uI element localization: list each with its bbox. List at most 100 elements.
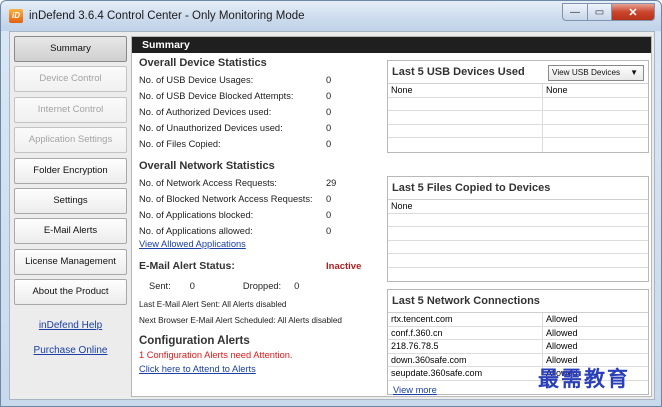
table-row: conf.f.360.cn Allowed	[388, 326, 648, 340]
sent-value: 0	[189, 281, 195, 291]
stat-row: No. of USB Device Blocked Attempts: 0	[139, 88, 379, 104]
table-row	[388, 227, 648, 241]
dropped-label: Dropped:	[242, 281, 282, 291]
stat-label: No. of USB Device Usages:	[139, 75, 254, 85]
stat-value: 0	[326, 123, 332, 133]
stat-value: 29	[326, 178, 337, 188]
email-alert-status-badge: Inactive	[326, 261, 362, 272]
dropdown-selected-value: View USB Devices	[552, 68, 621, 77]
nav-email-alerts-button[interactable]: E-Mail Alerts	[14, 218, 127, 245]
dropped-value: 0	[294, 281, 300, 291]
maximize-button[interactable]: ▭	[588, 3, 612, 21]
table-cell: 218.76.78.5	[388, 340, 543, 353]
summary-left-column: Overall Device Statistics No. of USB Dev…	[139, 57, 379, 374]
table-row	[388, 97, 648, 111]
sidebar: Summary Device Control Internet Control …	[14, 36, 127, 356]
usb-devices-title-text: Last 5 USB Devices Used	[392, 66, 525, 78]
stat-label: No. of Applications allowed:	[139, 226, 253, 236]
stat-row: No. of Applications allowed: 0	[139, 223, 379, 239]
close-button[interactable]: ✕	[612, 3, 655, 21]
stat-label: No. of Applications blocked:	[139, 210, 254, 220]
table-row	[388, 124, 648, 138]
table-cell	[543, 138, 648, 152]
stat-row: No. of Files Copied: 0	[139, 136, 379, 152]
minimize-button[interactable]: —	[562, 3, 588, 21]
stat-label: No. of Network Access Requests:	[139, 178, 277, 188]
stat-value: 0	[326, 226, 332, 236]
watermark-text: 最需教育	[538, 366, 630, 391]
window-controls: — ▭ ✕	[562, 3, 655, 21]
email-alert-status-title: E-Mail Alert Status:	[139, 260, 235, 272]
window-title: inDefend 3.6.4 Control Center - Only Mon…	[29, 10, 305, 22]
table-cell: down.360safe.com	[388, 353, 543, 366]
nav-about-product-button[interactable]: About the Product	[14, 279, 127, 306]
nav-folder-encryption-button[interactable]: Folder Encryption	[14, 157, 127, 184]
stat-label: No. of Unauthorized Devices used:	[139, 123, 283, 133]
table-row: 218.76.78.5 Allowed	[388, 340, 648, 354]
network-connections-title: Last 5 Network Connections	[392, 295, 540, 307]
table-cell: seupdate.360safe.com	[388, 367, 543, 380]
table-row: rtx.tencent.com Allowed	[388, 313, 648, 327]
stat-value: 0	[326, 194, 332, 204]
stat-label: No. of Authorized Devices used:	[139, 107, 272, 117]
app-logo-icon: iD	[9, 9, 23, 23]
last-files-copied-box: Last 5 Files Copied to Devices None	[387, 176, 649, 282]
panel-header: Summary	[132, 37, 651, 53]
table-cell	[388, 241, 648, 254]
table-cell	[388, 138, 543, 152]
nav-license-management-button[interactable]: License Management	[14, 248, 127, 275]
table-row	[388, 138, 648, 152]
table-cell	[388, 254, 648, 267]
stat-row: No. of USB Device Usages: 0	[139, 72, 379, 88]
summary-panel: Summary Overall Device Statistics No. of…	[131, 36, 652, 397]
email-sent-dropped-row: Sent: 0 Dropped: 0	[139, 281, 379, 291]
stat-row: No. of Applications blocked: 0	[139, 207, 379, 223]
table-row	[388, 241, 648, 254]
nav-internet-control-button: Internet Control	[14, 96, 127, 123]
last-usb-devices-box: Last 5 USB Devices Used View USB Devices…	[387, 60, 649, 153]
dropdown-arrow-icon: ▼	[630, 68, 638, 77]
next-email-alert-scheduled: Next Browser E-Mail Alert Scheduled: All…	[139, 316, 342, 325]
table-cell: Allowed	[546, 327, 578, 338]
table-cell	[543, 111, 648, 124]
files-copied-title: Last 5 Files Copied to Devices	[392, 182, 551, 194]
stat-label: No. of USB Device Blocked Attempts:	[139, 91, 294, 101]
stat-label: No. of Files Copied:	[139, 139, 221, 149]
network-stats-title: Overall Network Statistics	[139, 160, 275, 172]
table-cell: conf.f.360.cn	[388, 326, 543, 339]
stat-row: No. of Blocked Network Access Requests: 0	[139, 191, 379, 207]
stat-value: 0	[326, 139, 332, 149]
last-email-alert-sent: Last E-Mail Alert Sent: All Alerts disab…	[139, 300, 287, 309]
view-allowed-applications-link[interactable]: View Allowed Applications	[139, 239, 246, 249]
indefend-help-link[interactable]: inDefend Help	[14, 320, 127, 331]
table-cell	[388, 227, 648, 240]
sent-label: Sent:	[149, 281, 171, 291]
table-cell	[388, 268, 648, 282]
nav-application-settings-button: Application Settings	[14, 127, 127, 154]
view-usb-devices-dropdown[interactable]: View USB Devices ▼	[548, 65, 644, 81]
table-cell	[388, 214, 648, 227]
client-area: Summary Device Control Internet Control …	[9, 31, 655, 400]
app-window: iD inDefend 3.6.4 Control Center - Only …	[0, 0, 662, 407]
usb-devices-grid: None None	[388, 83, 648, 152]
title-bar[interactable]: iD inDefend 3.6.4 Control Center - Only …	[1, 1, 661, 31]
stat-row: No. of Unauthorized Devices used: 0	[139, 120, 379, 136]
stat-value: 0	[326, 75, 332, 85]
table-row: None	[388, 200, 648, 214]
stat-value: 0	[326, 91, 332, 101]
nav-device-control-button: Device Control	[14, 66, 127, 93]
table-cell	[543, 125, 648, 138]
configuration-alerts-message: 1 Configuration Alerts need Attention.	[139, 350, 293, 360]
table-cell: Allowed	[546, 314, 578, 324]
table-cell	[543, 98, 648, 111]
usb-devices-title: Last 5 USB Devices Used View USB Devices…	[388, 61, 648, 83]
files-copied-grid: None	[388, 199, 648, 281]
nav-settings-button[interactable]: Settings	[14, 187, 127, 214]
table-row	[388, 111, 648, 125]
nav-summary-button[interactable]: Summary	[14, 36, 127, 62]
purchase-online-link[interactable]: Purchase Online	[14, 345, 127, 356]
attend-alerts-link[interactable]: Click here to Attend to Alerts	[139, 364, 379, 374]
table-row	[388, 254, 648, 268]
device-stats-title: Overall Device Statistics	[139, 57, 267, 69]
stat-label: No. of Blocked Network Access Requests:	[139, 194, 313, 204]
